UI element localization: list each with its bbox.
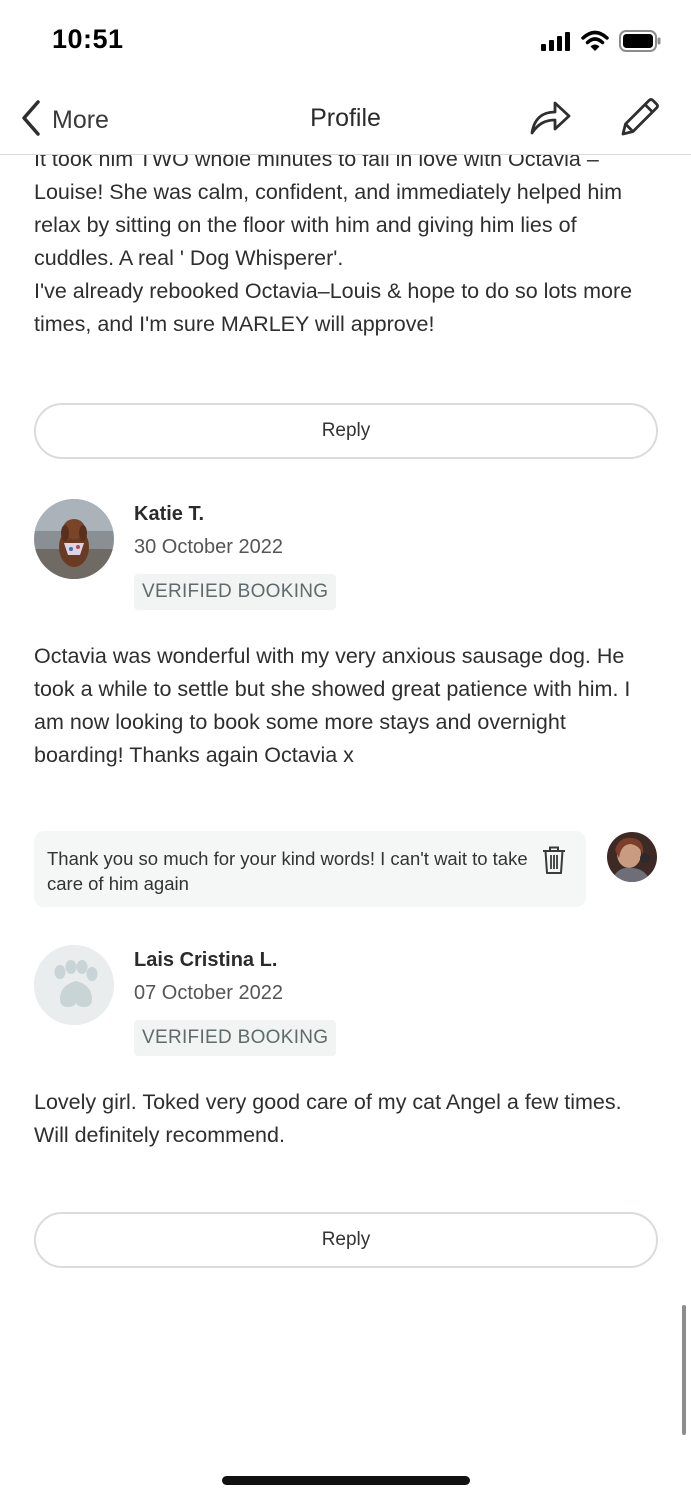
back-button[interactable]: More <box>20 99 109 142</box>
owner-reply-text: Thank you so much for your kind words! I… <box>47 848 528 894</box>
review-text: It took him TWO whole minutes to fall in… <box>34 155 633 336</box>
battery-icon <box>619 30 661 57</box>
nav-bar: More Profile <box>0 85 691 155</box>
review-text: Octavia was wonderful with my very anxio… <box>34 644 631 767</box>
pencil-icon <box>618 98 662 143</box>
reviewer-name: Katie T. <box>134 503 205 525</box>
review-text: Lovely girl. Toked very good care of my … <box>34 1090 622 1147</box>
owner-reply: Thank you so much for your kind words! I… <box>34 831 586 907</box>
scrollbar[interactable] <box>682 1305 686 1435</box>
reviewer-header: Katie T. 30 October 2022 VERIFIED BOOKIN… <box>34 499 664 619</box>
reviews-list[interactable]: It took him TWO whole minutes to fall in… <box>0 155 691 1500</box>
reply-button[interactable]: Reply <box>34 1212 658 1268</box>
trash-icon <box>541 846 567 879</box>
verified-badge: VERIFIED BOOKING <box>134 1020 337 1056</box>
paw-icon <box>34 945 114 1025</box>
review-date: 30 October 2022 <box>134 536 283 558</box>
wifi-icon <box>581 30 609 57</box>
signal-icon <box>541 31 571 56</box>
delete-reply-button[interactable] <box>541 845 567 880</box>
status-bar: 10:51 <box>0 0 691 80</box>
chevron-left-icon <box>20 99 42 142</box>
home-indicator[interactable] <box>222 1476 470 1485</box>
status-icons <box>541 30 661 57</box>
reply-button[interactable]: Reply <box>34 403 658 459</box>
back-label: More <box>52 106 109 134</box>
reviewer-header: Lais Cristina L. 07 October 2022 VERIFIE… <box>34 945 664 1065</box>
reviewer-name: Lais Cristina L. <box>134 949 278 971</box>
avatar <box>34 499 114 579</box>
review-date: 07 October 2022 <box>134 982 283 1004</box>
share-icon <box>528 101 572 141</box>
avatar <box>34 945 114 1025</box>
owner-avatar <box>607 832 657 882</box>
share-button[interactable] <box>528 97 572 142</box>
status-time: 10:51 <box>52 24 124 54</box>
edit-button[interactable] <box>618 95 662 144</box>
verified-badge: VERIFIED BOOKING <box>134 574 337 610</box>
